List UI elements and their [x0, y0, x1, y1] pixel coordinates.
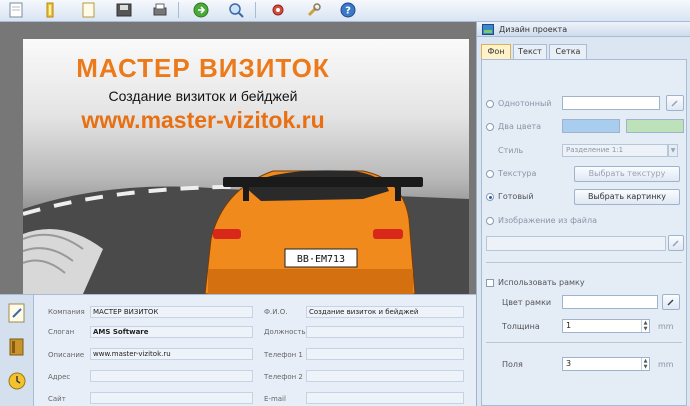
toolbar-separator: [178, 2, 179, 18]
field-label-address: Адрес: [48, 373, 71, 381]
field-label-company: Компания: [48, 308, 85, 316]
design-canvas[interactable]: BB·EM713 МАСТЕР ВИЗИТОК Создание визиток…: [0, 22, 476, 294]
settings-icon[interactable]: [268, 1, 288, 19]
help-icon[interactable]: ?: [338, 1, 358, 19]
two-colors-radio[interactable]: [486, 123, 494, 131]
thickness-unit: mm: [658, 322, 674, 331]
open-icon[interactable]: [40, 1, 60, 19]
site-field[interactable]: [90, 392, 253, 404]
card-title: МАСТЕР ВИЗИТОК: [76, 53, 330, 83]
solid-picker-button[interactable]: [666, 95, 684, 111]
toolbar-separator: [255, 2, 256, 18]
file-path-field[interactable]: [486, 236, 666, 251]
company-field[interactable]: МАСТЕР ВИЗИТОК: [90, 306, 253, 318]
description-field[interactable]: www.master-vizitok.ru: [90, 348, 253, 360]
print-icon[interactable]: [150, 1, 170, 19]
eyedropper-icon: [667, 299, 674, 306]
from-file-label: Изображение из файла: [498, 216, 598, 225]
style-label: Стиль: [498, 146, 524, 155]
separator: [486, 262, 682, 263]
ready-label: Готовый: [498, 192, 534, 201]
frame-color-box[interactable]: [562, 295, 658, 309]
field-label-email: E-mail: [264, 395, 286, 403]
second-color-swatch[interactable]: [626, 119, 684, 133]
solid-color-box[interactable]: [562, 96, 660, 110]
background-tab-content: Однотонный Два цвета Стиль Разделение 1:…: [481, 59, 687, 406]
card-subtitle: Создание визиток и бейджей: [108, 88, 298, 104]
separator: [486, 342, 682, 343]
field-label-position: Должность: [264, 328, 306, 336]
first-color-swatch[interactable]: [562, 119, 620, 133]
export-icon[interactable]: [191, 1, 211, 19]
position-field[interactable]: [306, 326, 464, 338]
two-colors-label: Два цвета: [498, 122, 542, 131]
texture-radio[interactable]: [486, 170, 494, 178]
frame-color-picker-button[interactable]: [662, 294, 680, 310]
solid-label: Однотонный: [498, 99, 552, 108]
license-plate-text: BB·EM713: [297, 254, 345, 265]
slogan-field[interactable]: AMS Software: [90, 326, 253, 338]
margins-value: 3: [566, 359, 572, 368]
clock-icon[interactable]: [3, 367, 31, 395]
browse-file-button[interactable]: [668, 235, 684, 251]
edit-text-icon[interactable]: [3, 299, 31, 327]
phone1-field[interactable]: [306, 348, 464, 360]
spin-arrows-icon[interactable]: ▲ ▼: [641, 320, 649, 332]
margins-unit: mm: [658, 360, 674, 369]
use-frame-checkbox[interactable]: [486, 279, 494, 287]
tab-grid[interactable]: Сетка: [549, 44, 587, 59]
ready-radio[interactable]: [486, 193, 494, 201]
margins-stepper[interactable]: 3 ▲ ▼: [562, 357, 650, 371]
svg-text:?: ?: [345, 6, 351, 17]
email-field[interactable]: [306, 392, 464, 404]
tab-text[interactable]: Текст: [513, 44, 547, 59]
eyedropper-icon: [672, 240, 679, 247]
thickness-stepper[interactable]: 1 ▲ ▼: [562, 319, 650, 333]
fullname-field[interactable]: Создание визиток и бейджей: [306, 306, 464, 318]
phone2-field[interactable]: [306, 370, 464, 382]
panel-header: Дизайн проекта: [477, 22, 690, 37]
book-icon[interactable]: [3, 333, 31, 361]
from-file-radio[interactable]: [486, 217, 494, 225]
field-label-phone2: Телефон 2: [264, 373, 303, 381]
panel-title: Дизайн проекта: [499, 25, 568, 34]
texture-label: Текстура: [498, 169, 537, 178]
card-url: www.master-vizitok.ru: [81, 107, 325, 133]
thickness-label: Толщина: [502, 322, 540, 331]
palette-icon: [482, 24, 494, 35]
card-fields-form: Компания МАСТЕР ВИЗИТОК Слоган AMS Softw…: [0, 294, 476, 406]
toolbar: ?: [0, 0, 690, 22]
field-label-description: Описание: [48, 351, 85, 359]
thickness-value: 1: [566, 321, 572, 330]
eyedropper-icon: [671, 100, 678, 107]
spin-arrows-icon[interactable]: ▲ ▼: [641, 358, 649, 370]
design-panel: Дизайн проекта Фон Текст Сетка Однотонны…: [476, 22, 690, 406]
field-label-slogan: Слоган: [48, 328, 75, 336]
zoom-icon[interactable]: [226, 1, 246, 19]
new-page-icon[interactable]: [6, 1, 26, 19]
choose-picture-button[interactable]: Выбрать картинку: [574, 189, 680, 205]
address-field[interactable]: [90, 370, 253, 382]
tab-background[interactable]: Фон: [481, 44, 511, 59]
field-label-phone1: Телефон 1: [264, 351, 303, 359]
save-icon[interactable]: [114, 1, 134, 19]
chevron-down-icon[interactable]: ▼: [668, 144, 678, 157]
field-label-site: Сайт: [48, 395, 66, 403]
style-select[interactable]: Разделение 1:1: [562, 144, 668, 157]
choose-texture-button[interactable]: Выбрать текстуру: [574, 166, 680, 182]
tools-icon[interactable]: [304, 1, 324, 19]
frame-color-label: Цвет рамки: [502, 298, 552, 307]
margins-label: Поля: [502, 360, 523, 369]
copy-icon[interactable]: [78, 1, 98, 19]
field-label-fullname: Ф.И.О.: [264, 308, 288, 316]
business-card-preview[interactable]: BB·EM713 МАСТЕР ВИЗИТОК Создание визиток…: [23, 39, 469, 294]
solid-radio[interactable]: [486, 100, 494, 108]
form-side-tabs: [0, 295, 34, 406]
use-frame-label: Использовать рамку: [498, 278, 585, 287]
